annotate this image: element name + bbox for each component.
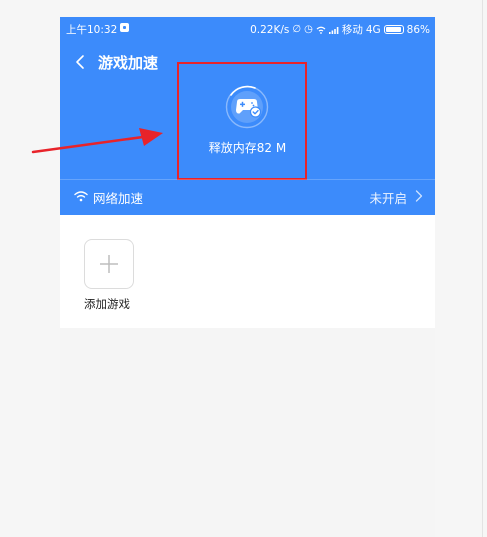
page-title: 游戏加速 — [98, 54, 159, 72]
carrier: 移动 — [341, 24, 363, 36]
battery-icon — [383, 25, 404, 34]
network-type: 4G — [365, 23, 381, 36]
notification-icon — [120, 23, 129, 32]
add-game-button[interactable] — [84, 239, 134, 289]
status-time: 上午10:32 — [66, 24, 118, 36]
status-bar: 上午10:32 0.22K/s ∅ ◷ 移动 4G 86% — [60, 17, 435, 39]
add-game-label: 添加游戏 — [84, 297, 130, 311]
wifi-status-icon — [316, 26, 326, 34]
network-acceleration-row[interactable]: 网络加速 未开启 — [60, 179, 435, 215]
wifi-icon — [74, 191, 88, 202]
status-right: 0.22K/s ∅ ◷ 移动 4G 86% — [250, 22, 430, 37]
net-speed: 0.22K/s — [250, 23, 290, 36]
alarm-icon: ◷ — [304, 24, 313, 35]
chevron-right-icon — [415, 190, 423, 202]
network-label: 网络加速 — [93, 191, 144, 206]
network-status: 未开启 — [369, 191, 407, 206]
phone-screen: 上午10:32 0.22K/s ∅ ◷ 移动 4G 86% 游戏加速 释放内存8… — [60, 17, 435, 537]
header: 上午10:32 0.22K/s ∅ ◷ 移动 4G 86% 游戏加速 释放内存8… — [60, 17, 435, 215]
mute-icon: ∅ — [292, 24, 302, 35]
page-edge — [482, 0, 483, 537]
battery-level: 86% — [406, 23, 430, 36]
signal-icon — [328, 26, 339, 34]
games-card: 添加游戏 — [60, 215, 435, 328]
annotation-highlight-box — [177, 62, 307, 180]
chevron-left-icon[interactable] — [73, 53, 89, 71]
plus-icon — [100, 255, 118, 273]
divider — [60, 179, 435, 180]
